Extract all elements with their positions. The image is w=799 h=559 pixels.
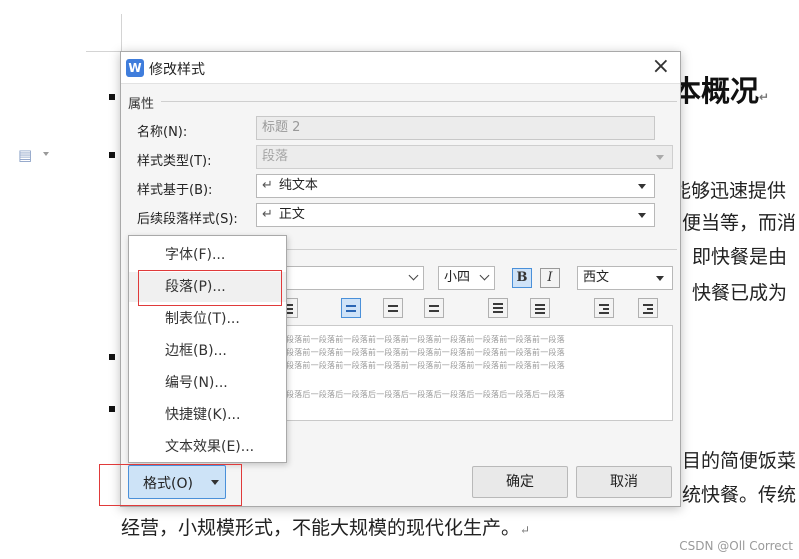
style-type-label: 样式类型(T): xyxy=(137,154,212,169)
based-on-select[interactable]: ↵ 纯文本 xyxy=(256,174,655,198)
font-size-value: 小四 xyxy=(444,270,471,285)
document-outline-icon[interactable]: ▤ xyxy=(18,146,32,164)
align-right-button[interactable] xyxy=(424,298,444,318)
name-field[interactable]: 标题 2 xyxy=(256,116,655,140)
menu-item-tabs[interactable]: 制表位(T)... xyxy=(129,304,286,334)
menu-item-shortcut[interactable]: 快捷键(K)... xyxy=(129,400,286,430)
document-text-line: 便当等，而消 xyxy=(682,212,797,234)
preview-before-text: 段落前一段落前一段落前一段落前一段落前一段落前一段落前一段落前一段落 xyxy=(286,335,565,344)
font-size-select[interactable]: 小四 xyxy=(438,266,495,290)
document-text-line: 统快餐。传统 xyxy=(682,484,797,506)
menu-item-font[interactable]: 字体(F)... xyxy=(129,240,286,270)
decrease-indent-button[interactable] xyxy=(594,298,614,318)
bullet-marker xyxy=(109,94,115,100)
script-value: 西文 xyxy=(583,270,610,285)
chevron-down-icon[interactable] xyxy=(43,152,49,156)
style-type-value: 段落 xyxy=(262,149,289,164)
dialog-title: 修改样式 xyxy=(149,62,205,78)
dropdown-arrow-icon xyxy=(638,213,646,218)
increase-indent-button[interactable] xyxy=(638,298,658,318)
menu-item-borders[interactable]: 边框(B)... xyxy=(129,336,286,366)
preview-before-text: 段落前一段落前一段落前一段落前一段落前一段落前一段落前一段落前一段落 xyxy=(286,348,565,357)
bold-button[interactable]: B xyxy=(512,268,532,288)
document-heading-text: 本概况 xyxy=(672,74,760,108)
align-left-button[interactable] xyxy=(341,298,361,318)
script-select[interactable]: 西文 xyxy=(577,266,673,290)
style-preview: 段落前一段落前一段落前一段落前一段落前一段落前一段落前一段落前一段落 段落前一段… xyxy=(255,325,673,421)
chevron-down-icon xyxy=(479,270,490,281)
document-text-line: 目的简便饭菜 xyxy=(682,450,797,472)
dropdown-arrow-icon xyxy=(638,184,646,189)
chevron-down-icon xyxy=(408,270,419,281)
document-last-line-text: 经营，小规模形式，不能大规模的现代化生产。 xyxy=(121,517,521,539)
line-spacing-increase-button[interactable] xyxy=(488,298,508,318)
document-text-line: 快餐已成为 xyxy=(692,282,788,304)
dropdown-arrow-icon xyxy=(211,480,219,485)
properties-group-label: 属性 xyxy=(128,93,159,112)
line-spacing-decrease-button[interactable] xyxy=(530,298,550,318)
following-style-select[interactable]: ↵ 正文 xyxy=(256,203,655,227)
menu-item-paragraph[interactable]: 段落(P)... xyxy=(129,272,286,302)
ruler-horizontal-line xyxy=(86,51,122,52)
align-center-button[interactable] xyxy=(383,298,403,318)
name-label: 名称(N): xyxy=(137,125,188,140)
preview-after-text: 段落后一段落后一段落后一段落后一段落后一段落后一段落后一段落后一段落 xyxy=(286,390,565,399)
group-divider xyxy=(281,249,677,250)
preview-before-text: 段落前一段落前一段落前一段落前一段落前一段落前一段落前一段落前一段落 xyxy=(286,361,565,370)
menu-item-numbering[interactable]: 编号(N)... xyxy=(129,368,286,398)
following-style-value: 正文 xyxy=(278,207,305,222)
wps-writer-icon: W xyxy=(126,59,144,77)
dropdown-arrow-icon xyxy=(656,155,664,160)
bullet-marker xyxy=(109,406,115,412)
watermark: CSDN @Oll Correct xyxy=(679,539,793,553)
format-button[interactable]: 格式(O) xyxy=(128,465,226,499)
font-name-select[interactable] xyxy=(285,266,424,290)
dialog-titlebar: W 修改样式 × xyxy=(121,52,680,84)
cancel-button[interactable]: 取消 xyxy=(576,466,672,498)
document-text-line: 即快餐是由 xyxy=(692,246,788,268)
document-text-line: 能够迅速提供 xyxy=(672,180,787,202)
ruler-vertical-line xyxy=(121,14,122,52)
style-type-select: 段落 xyxy=(256,145,673,169)
document-heading: 本概况↵ xyxy=(672,68,769,110)
bullet-marker xyxy=(109,152,115,158)
close-button[interactable]: × xyxy=(652,55,670,79)
document-text-line: 经营，小规模形式，不能大规模的现代化生产。↵ xyxy=(121,513,530,540)
paragraph-mark: ↵ xyxy=(759,90,770,104)
based-on-label: 样式基于(B): xyxy=(137,183,213,198)
format-menu: 字体(F)... 段落(P)... 制表位(T)... 边框(B)... 编号(… xyxy=(128,235,287,463)
paragraph-mark-icon: ↵ xyxy=(262,207,273,222)
paragraph-mark-icon: ↵ xyxy=(262,178,273,193)
italic-button[interactable]: I xyxy=(540,268,560,288)
menu-item-text-effects[interactable]: 文本效果(E)... xyxy=(129,432,286,462)
ok-button[interactable]: 确定 xyxy=(472,466,568,498)
bullet-marker xyxy=(109,354,115,360)
paragraph-mark: ↵ xyxy=(520,523,531,537)
format-button-label: 格式(O) xyxy=(143,476,193,492)
following-style-label: 后续段落样式(S): xyxy=(137,212,238,227)
dropdown-arrow-icon xyxy=(656,276,664,281)
group-divider xyxy=(161,101,677,102)
based-on-value: 纯文本 xyxy=(278,178,318,193)
